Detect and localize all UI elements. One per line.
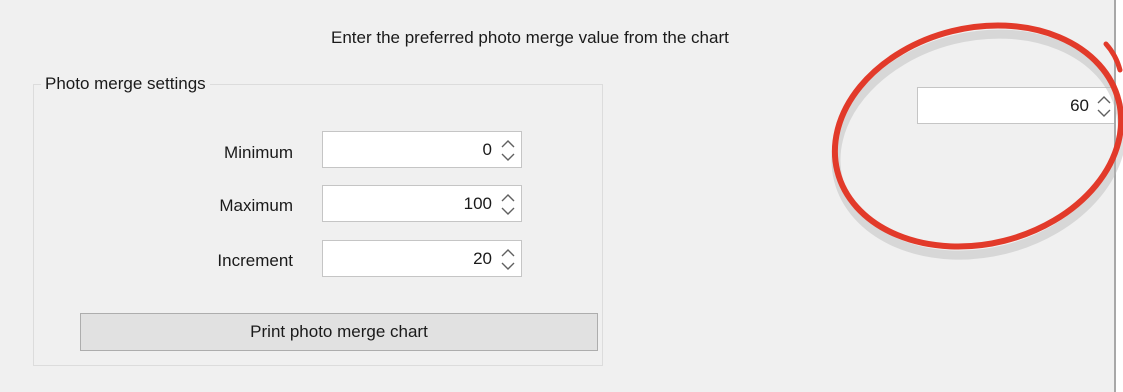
minimum-value[interactable]: 0 <box>483 132 492 167</box>
minimum-spinbox[interactable]: 0 <box>322 131 522 168</box>
chevron-down-icon[interactable] <box>498 259 518 273</box>
maximum-spin-buttons[interactable] <box>498 190 518 218</box>
maximum-value[interactable]: 100 <box>464 186 492 221</box>
increment-spinbox[interactable]: 20 <box>322 240 522 277</box>
minimum-spin-buttons[interactable] <box>498 136 518 164</box>
group-title: Photo merge settings <box>41 74 210 94</box>
print-photo-merge-chart-button[interactable]: Print photo merge chart <box>80 313 598 351</box>
chevron-up-icon[interactable] <box>498 190 518 204</box>
chevron-down-icon[interactable] <box>498 150 518 164</box>
annotation-circle <box>831 22 1123 260</box>
increment-label: Increment <box>217 251 293 270</box>
increment-value[interactable]: 20 <box>473 241 492 276</box>
minimum-label: Minimum <box>224 143 293 162</box>
instruction-text: Enter the preferred photo merge value fr… <box>331 28 729 47</box>
chevron-down-icon[interactable] <box>498 204 518 218</box>
increment-spin-buttons[interactable] <box>498 245 518 273</box>
maximum-spinbox[interactable]: 100 <box>322 185 522 222</box>
maximum-label: Maximum <box>219 196 293 215</box>
chevron-up-icon[interactable] <box>498 136 518 150</box>
chevron-up-icon[interactable] <box>498 245 518 259</box>
